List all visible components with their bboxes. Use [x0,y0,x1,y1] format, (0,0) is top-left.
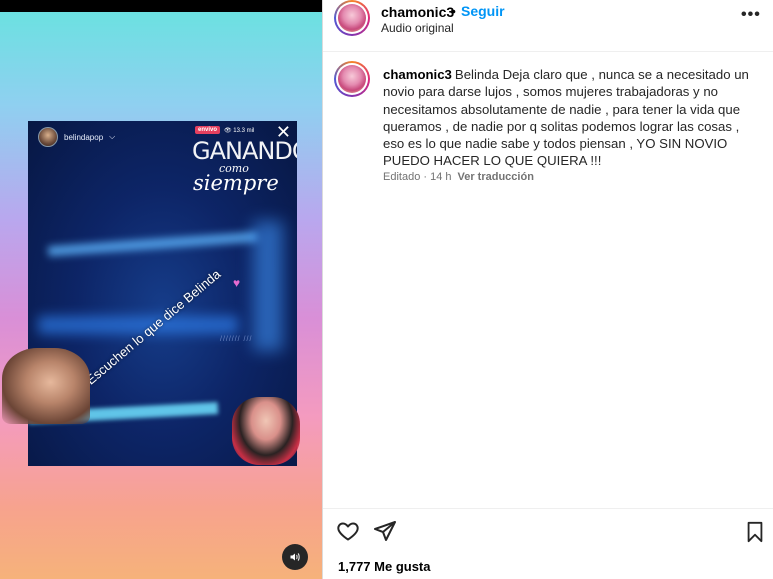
author-username[interactable]: chamonic3 [381,4,454,20]
share-icon[interactable] [373,519,397,543]
chevron-down-icon: ⌵ [109,132,116,141]
media-top-bar [0,0,322,12]
story-title-line3: siempre [193,171,279,195]
story-username: belindapop [64,132,104,142]
pane-divider [322,0,323,579]
story-title-line1: GANANDO [192,137,297,165]
audio-link[interactable]: Audio original [381,21,454,35]
caption-meta: Editado · 14 h Ver traducción [383,171,534,183]
caption-username[interactable]: chamonic3 [383,67,452,82]
follow-button[interactable]: Seguir [461,3,505,19]
watermark-text: /////// /// [220,336,253,343]
caption-text: Belinda Deja claro que , nunca se a nece… [383,67,749,169]
story-live-info: envivo 👁 13.3 mil [195,126,254,134]
belinda-face-sticker [2,348,90,424]
like-count[interactable]: 1,777 Me gusta [338,559,431,574]
speaker-icon [290,553,300,561]
actions-divider [323,508,773,509]
caption-avatar[interactable] [334,61,370,97]
post-header: chamonic3 • Seguir Audio original ••• [323,0,773,52]
character-face-sticker [232,397,300,465]
avatar-image [338,4,366,32]
bookmark-icon[interactable] [744,521,766,543]
more-options-icon[interactable]: ••• [741,6,761,24]
post-caption: chamonic3 Belinda Deja claro que , nunca … [383,66,758,170]
viewer-count: 👁 13.3 mil [224,127,255,134]
post-media[interactable]: belindapop ⌵ envivo 👁 13.3 mil ✕ GANANDO… [0,0,322,579]
stage-light [47,231,259,257]
edited-timestamp: Editado · 14 h [383,171,452,183]
separator-dot: • [451,3,456,19]
heart-icon[interactable] [336,519,360,543]
translate-link[interactable]: Ver traducción [458,171,534,183]
volume-icon[interactable] [282,544,308,570]
story-header: belindapop ⌵ [38,127,115,147]
avatar-image [338,65,366,93]
live-badge: envivo [195,126,221,134]
heart-sticker-icon: ♥ [233,276,241,290]
story-avatar [38,127,58,147]
avatar[interactable] [334,0,370,36]
